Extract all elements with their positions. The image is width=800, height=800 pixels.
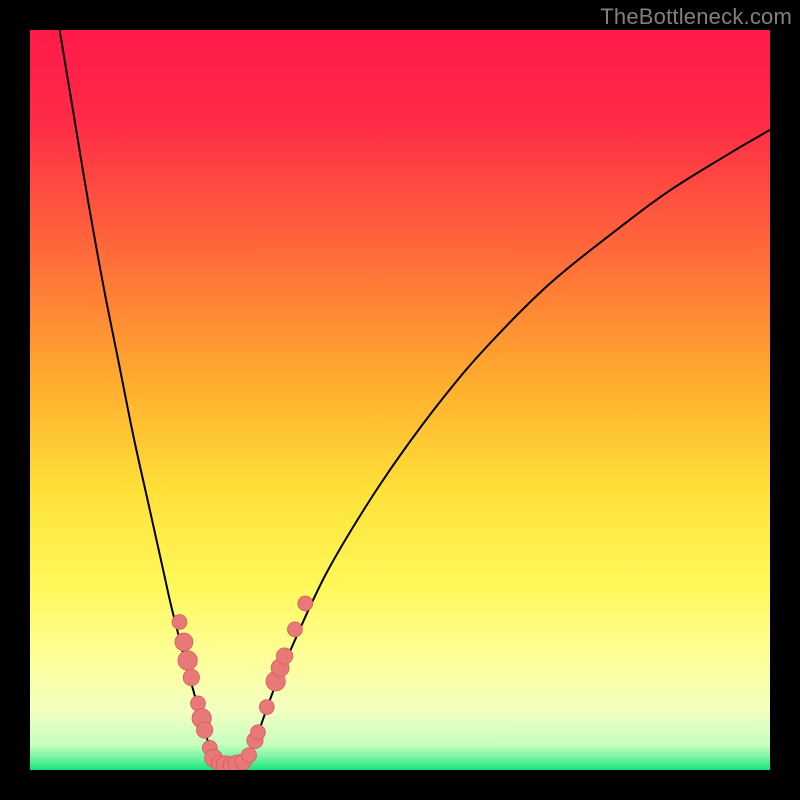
data-marker — [259, 700, 274, 715]
watermark-text: TheBottleneck.com — [600, 4, 792, 30]
data-marker — [298, 596, 313, 611]
data-marker — [197, 722, 213, 738]
data-marker — [183, 669, 199, 685]
data-marker — [276, 648, 292, 664]
data-marker — [242, 748, 257, 763]
chart-curve — [30, 30, 770, 770]
plot-area — [30, 30, 770, 770]
data-marker — [251, 725, 266, 740]
data-marker — [175, 633, 193, 651]
data-marker — [172, 615, 187, 630]
data-marker — [178, 651, 197, 670]
bottleneck-curve — [60, 30, 770, 765]
chart-frame: TheBottleneck.com — [0, 0, 800, 800]
data-marker — [288, 622, 303, 637]
